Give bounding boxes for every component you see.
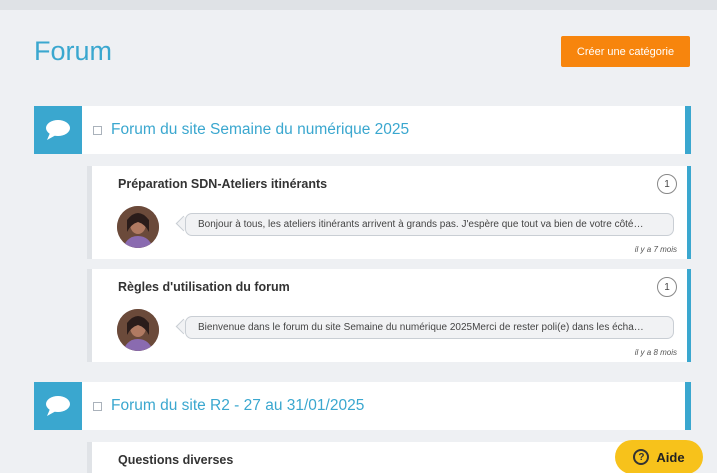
- category-checkbox[interactable]: [93, 401, 102, 411]
- top-bar: [0, 0, 717, 10]
- category-title[interactable]: Forum du site R2 - 27 au 31/01/2025: [111, 397, 364, 415]
- category-header[interactable]: Forum du site Semaine du numérique 2025: [34, 106, 691, 154]
- create-category-button[interactable]: Créer une catégorie: [561, 36, 690, 67]
- avatar: [117, 206, 159, 248]
- topic-card[interactable]: Règles d'utilisation du forum 1 Bienvenu…: [87, 269, 691, 362]
- topic-card[interactable]: Questions diverses: [87, 442, 691, 473]
- reply-count-badge: 1: [657, 277, 677, 297]
- last-message-excerpt[interactable]: Bienvenue dans le forum du site Semaine …: [185, 316, 674, 339]
- topic-title[interactable]: Règles d'utilisation du forum: [118, 280, 290, 294]
- category-header[interactable]: Forum du site R2 - 27 au 31/01/2025: [34, 382, 691, 430]
- topic-card[interactable]: Préparation SDN-Ateliers itinérants 1 Bo…: [87, 166, 691, 259]
- category-checkbox[interactable]: [93, 125, 102, 135]
- topic-title[interactable]: Préparation SDN-Ateliers itinérants: [118, 177, 327, 191]
- help-button[interactable]: ? Aide: [615, 440, 703, 473]
- page-title: Forum: [34, 36, 113, 66]
- last-message-excerpt[interactable]: Bonjour à tous, les ateliers itinérants …: [185, 213, 674, 236]
- speech-bubble-icon: [34, 382, 82, 430]
- timestamp: il y a 8 mois: [634, 348, 677, 357]
- question-circle-icon: ?: [633, 449, 650, 465]
- reply-count-badge: 1: [657, 174, 677, 194]
- timestamp: il y a 7 mois: [634, 245, 677, 254]
- category-title[interactable]: Forum du site Semaine du numérique 2025: [111, 121, 409, 139]
- topic-title[interactable]: Questions diverses: [118, 453, 233, 467]
- help-label: Aide: [656, 449, 685, 465]
- speech-bubble-icon: [34, 106, 82, 154]
- avatar: [117, 309, 159, 351]
